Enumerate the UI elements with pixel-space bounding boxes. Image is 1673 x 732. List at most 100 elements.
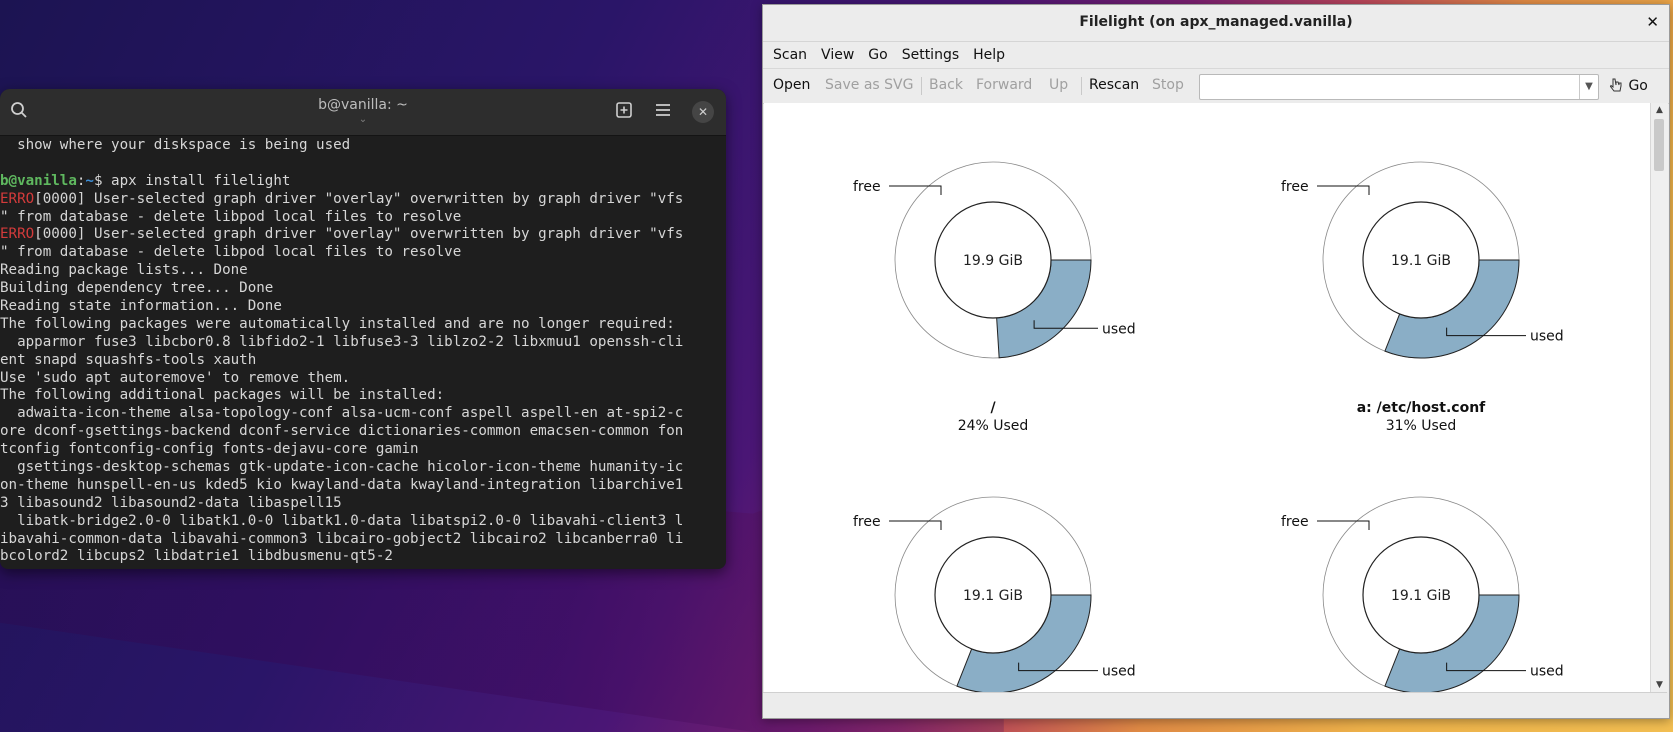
used-label: used: [1530, 664, 1564, 680]
mount-point-title: a: /etc/host.conf: [1357, 400, 1486, 416]
terminal-line: on-theme hunspell-en-us kded5 kio kwayla…: [0, 477, 726, 495]
rescan-button[interactable]: Rescan: [1089, 77, 1139, 93]
terminal-text: The following additional packages will b…: [0, 387, 445, 404]
filelight-window[interactable]: Filelight (on apx_managed.vanilla) ✕ Sca…: [762, 4, 1670, 719]
disk-usage-charts[interactable]: 19.9 GiB free used / 24% Used 19.1 GiB free use…: [764, 103, 1650, 692]
menu-help[interactable]: Help: [973, 47, 1005, 63]
terminal-line: bcolord2 libcups2 libdatrie1 libdbusmenu…: [0, 548, 726, 566]
stop-button[interactable]: Stop: [1152, 77, 1184, 93]
terminal-text: apparmor fuse3 libcbor0.8 libfido2-1 lib…: [0, 333, 684, 350]
used-label: used: [1530, 329, 1564, 345]
used-label: used: [1102, 664, 1136, 680]
close-icon[interactable]: ✕: [692, 101, 714, 123]
terminal-text: Building dependency tree... Done: [0, 280, 274, 297]
scroll-up-icon[interactable]: ▲: [1651, 105, 1668, 115]
usage-percent: 24% Used: [958, 418, 1029, 434]
terminal-text: ent snapd squashfs-tools xauth: [0, 351, 257, 368]
radial-map-canvas[interactable]: 19.9 GiB free used / 24% Used 19.1 GiB free use…: [764, 103, 1650, 692]
terminal-line: show where your diskspace is being used: [0, 137, 726, 155]
close-icon[interactable]: ✕: [1646, 13, 1659, 31]
terminal-text: Reading package lists... Done: [0, 262, 248, 279]
terminal-text: on-theme hunspell-en-us kded5 kio kwayla…: [0, 476, 684, 493]
vertical-scrollbar[interactable]: ▲ ▼: [1650, 103, 1668, 692]
terminal-text: tconfig fontconfig-config fonts-dejavu-c…: [0, 441, 419, 458]
terminal-text: Reading state information... Done: [0, 298, 282, 315]
terminal-line: Reading state information... Done: [0, 298, 726, 316]
terminal-text: Use 'sudo apt autoremove' to remove them…: [0, 369, 351, 386]
terminal-line: ent snapd squashfs-tools xauth: [0, 352, 726, 370]
go-button[interactable]: Go: [1608, 77, 1648, 94]
terminal-text: 3 libasound2 libasound2-data libaspell15: [0, 494, 342, 511]
terminal-line: Use 'sudo apt autoremove' to remove them…: [0, 370, 726, 388]
terminal-text: [0000] User-selected graph driver "overl…: [34, 190, 684, 207]
terminal-text: show where your diskspace is being used: [0, 137, 351, 153]
up-button[interactable]: Up: [1049, 77, 1068, 93]
terminal-text: $ apx install filelight: [93, 172, 291, 189]
menubar: Scan View Go Settings Help: [763, 42, 1669, 69]
disk-size-label: 19.1 GiB: [1391, 588, 1451, 604]
hamburger-menu-icon[interactable]: [652, 101, 674, 123]
terminal-line: The following additional packages will b…: [0, 387, 726, 405]
terminal-text: [0000] User-selected graph driver "overl…: [34, 226, 684, 243]
terminal-line: " from database - delete libpod local fi…: [0, 209, 726, 227]
go-label: Go: [1628, 78, 1648, 94]
status-bar: [763, 692, 1667, 717]
terminal-text: " from database - delete libpod local fi…: [0, 244, 462, 261]
terminal-text: b@vanilla: [0, 172, 77, 189]
free-label: free: [853, 179, 881, 195]
terminal-line: b@vanilla:~$ apx install filelight: [0, 173, 726, 191]
terminal-text: ore dconf-gsettings-backend dconf-servic…: [0, 423, 684, 440]
terminal-line: The following packages were automaticall…: [0, 316, 726, 334]
menu-scan[interactable]: Scan: [773, 47, 807, 63]
terminal-line: libatk-bridge2.0-0 libatk1.0-0 libatk1.0…: [0, 513, 726, 531]
menu-go[interactable]: Go: [868, 47, 887, 63]
terminal-text: The following packages were automaticall…: [0, 315, 675, 332]
terminal-text: gsettings-desktop-schemas gtk-update-ico…: [0, 459, 684, 476]
terminal-line: ERRO[0000] User-selected graph driver "o…: [0, 226, 726, 244]
terminal-text: adwaita-icon-theme alsa-topology-conf al…: [0, 405, 684, 422]
terminal-text: ERRO: [0, 190, 35, 207]
open-button[interactable]: Open: [773, 77, 810, 93]
terminal-line: Reading package lists... Done: [0, 262, 726, 280]
terminal-line: adwaita-icon-theme alsa-topology-conf al…: [0, 405, 726, 423]
disk-size-label: 19.1 GiB: [963, 588, 1023, 604]
save-as-svg-button[interactable]: Save as SVG: [825, 77, 913, 93]
terminal-line: " from database - delete libpod local fi…: [0, 244, 726, 262]
terminal-window[interactable]: b@vanilla: ~ ⌄ ✕ show where your diskspa…: [0, 89, 726, 569]
back-button[interactable]: Back: [929, 77, 963, 93]
terminal-headerbar[interactable]: b@vanilla: ~ ⌄ ✕: [0, 89, 726, 136]
filelight-titlebar[interactable]: Filelight (on apx_managed.vanilla) ✕: [763, 5, 1669, 42]
terminal-line: 3 libasound2 libasound2-data libaspell15: [0, 495, 726, 513]
terminal-text: ERRO: [0, 226, 35, 243]
toolbar-separator: [1081, 77, 1082, 95]
disk-size-label: 19.1 GiB: [1391, 253, 1451, 269]
window-title: Filelight (on apx_managed.vanilla): [1079, 14, 1353, 30]
menu-settings[interactable]: Settings: [902, 47, 959, 63]
terminal-text: bcolord2 libcups2 libdatrie1 libdbusmenu…: [0, 548, 393, 565]
scrollbar-thumb[interactable]: [1654, 119, 1664, 171]
usage-percent: 31% Used: [1386, 418, 1457, 434]
terminal-text: " from database - delete libpod local fi…: [0, 208, 462, 225]
disk-size-label: 19.9 GiB: [963, 253, 1023, 269]
scroll-down-icon[interactable]: ▼: [1651, 680, 1668, 690]
terminal-line: ERRO[0000] User-selected graph driver "o…: [0, 191, 726, 209]
terminal-line: gsettings-desktop-schemas gtk-update-ico…: [0, 459, 726, 477]
new-tab-icon[interactable]: [613, 101, 635, 123]
terminal-line: ibavahi-common-data libavahi-common3 lib…: [0, 531, 726, 549]
terminal-line: tconfig fontconfig-config fonts-dejavu-c…: [0, 441, 726, 459]
menu-view[interactable]: View: [821, 47, 854, 63]
terminal-text: ibavahi-common-data libavahi-common3 lib…: [0, 530, 684, 547]
terminal-output[interactable]: show where your diskspace is being used b…: [0, 135, 726, 569]
terminal-text: ~: [85, 172, 94, 189]
toolbar: Open Save as SVG Back Forward Up Rescan …: [763, 69, 1669, 104]
terminal-line: ore dconf-gsettings-backend dconf-servic…: [0, 423, 726, 441]
forward-button[interactable]: Forward: [976, 77, 1032, 93]
used-label: used: [1102, 321, 1136, 337]
terminal-line: apparmor fuse3 libcbor0.8 libfido2-1 lib…: [0, 334, 726, 352]
chevron-down-icon[interactable]: ▼: [1579, 75, 1598, 99]
toolbar-separator: [921, 77, 922, 95]
location-combobox[interactable]: ▼: [1199, 74, 1599, 100]
terminal-text: libatk-bridge2.0-0 libatk1.0-0 libatk1.0…: [0, 512, 684, 529]
free-label: free: [1281, 179, 1309, 195]
